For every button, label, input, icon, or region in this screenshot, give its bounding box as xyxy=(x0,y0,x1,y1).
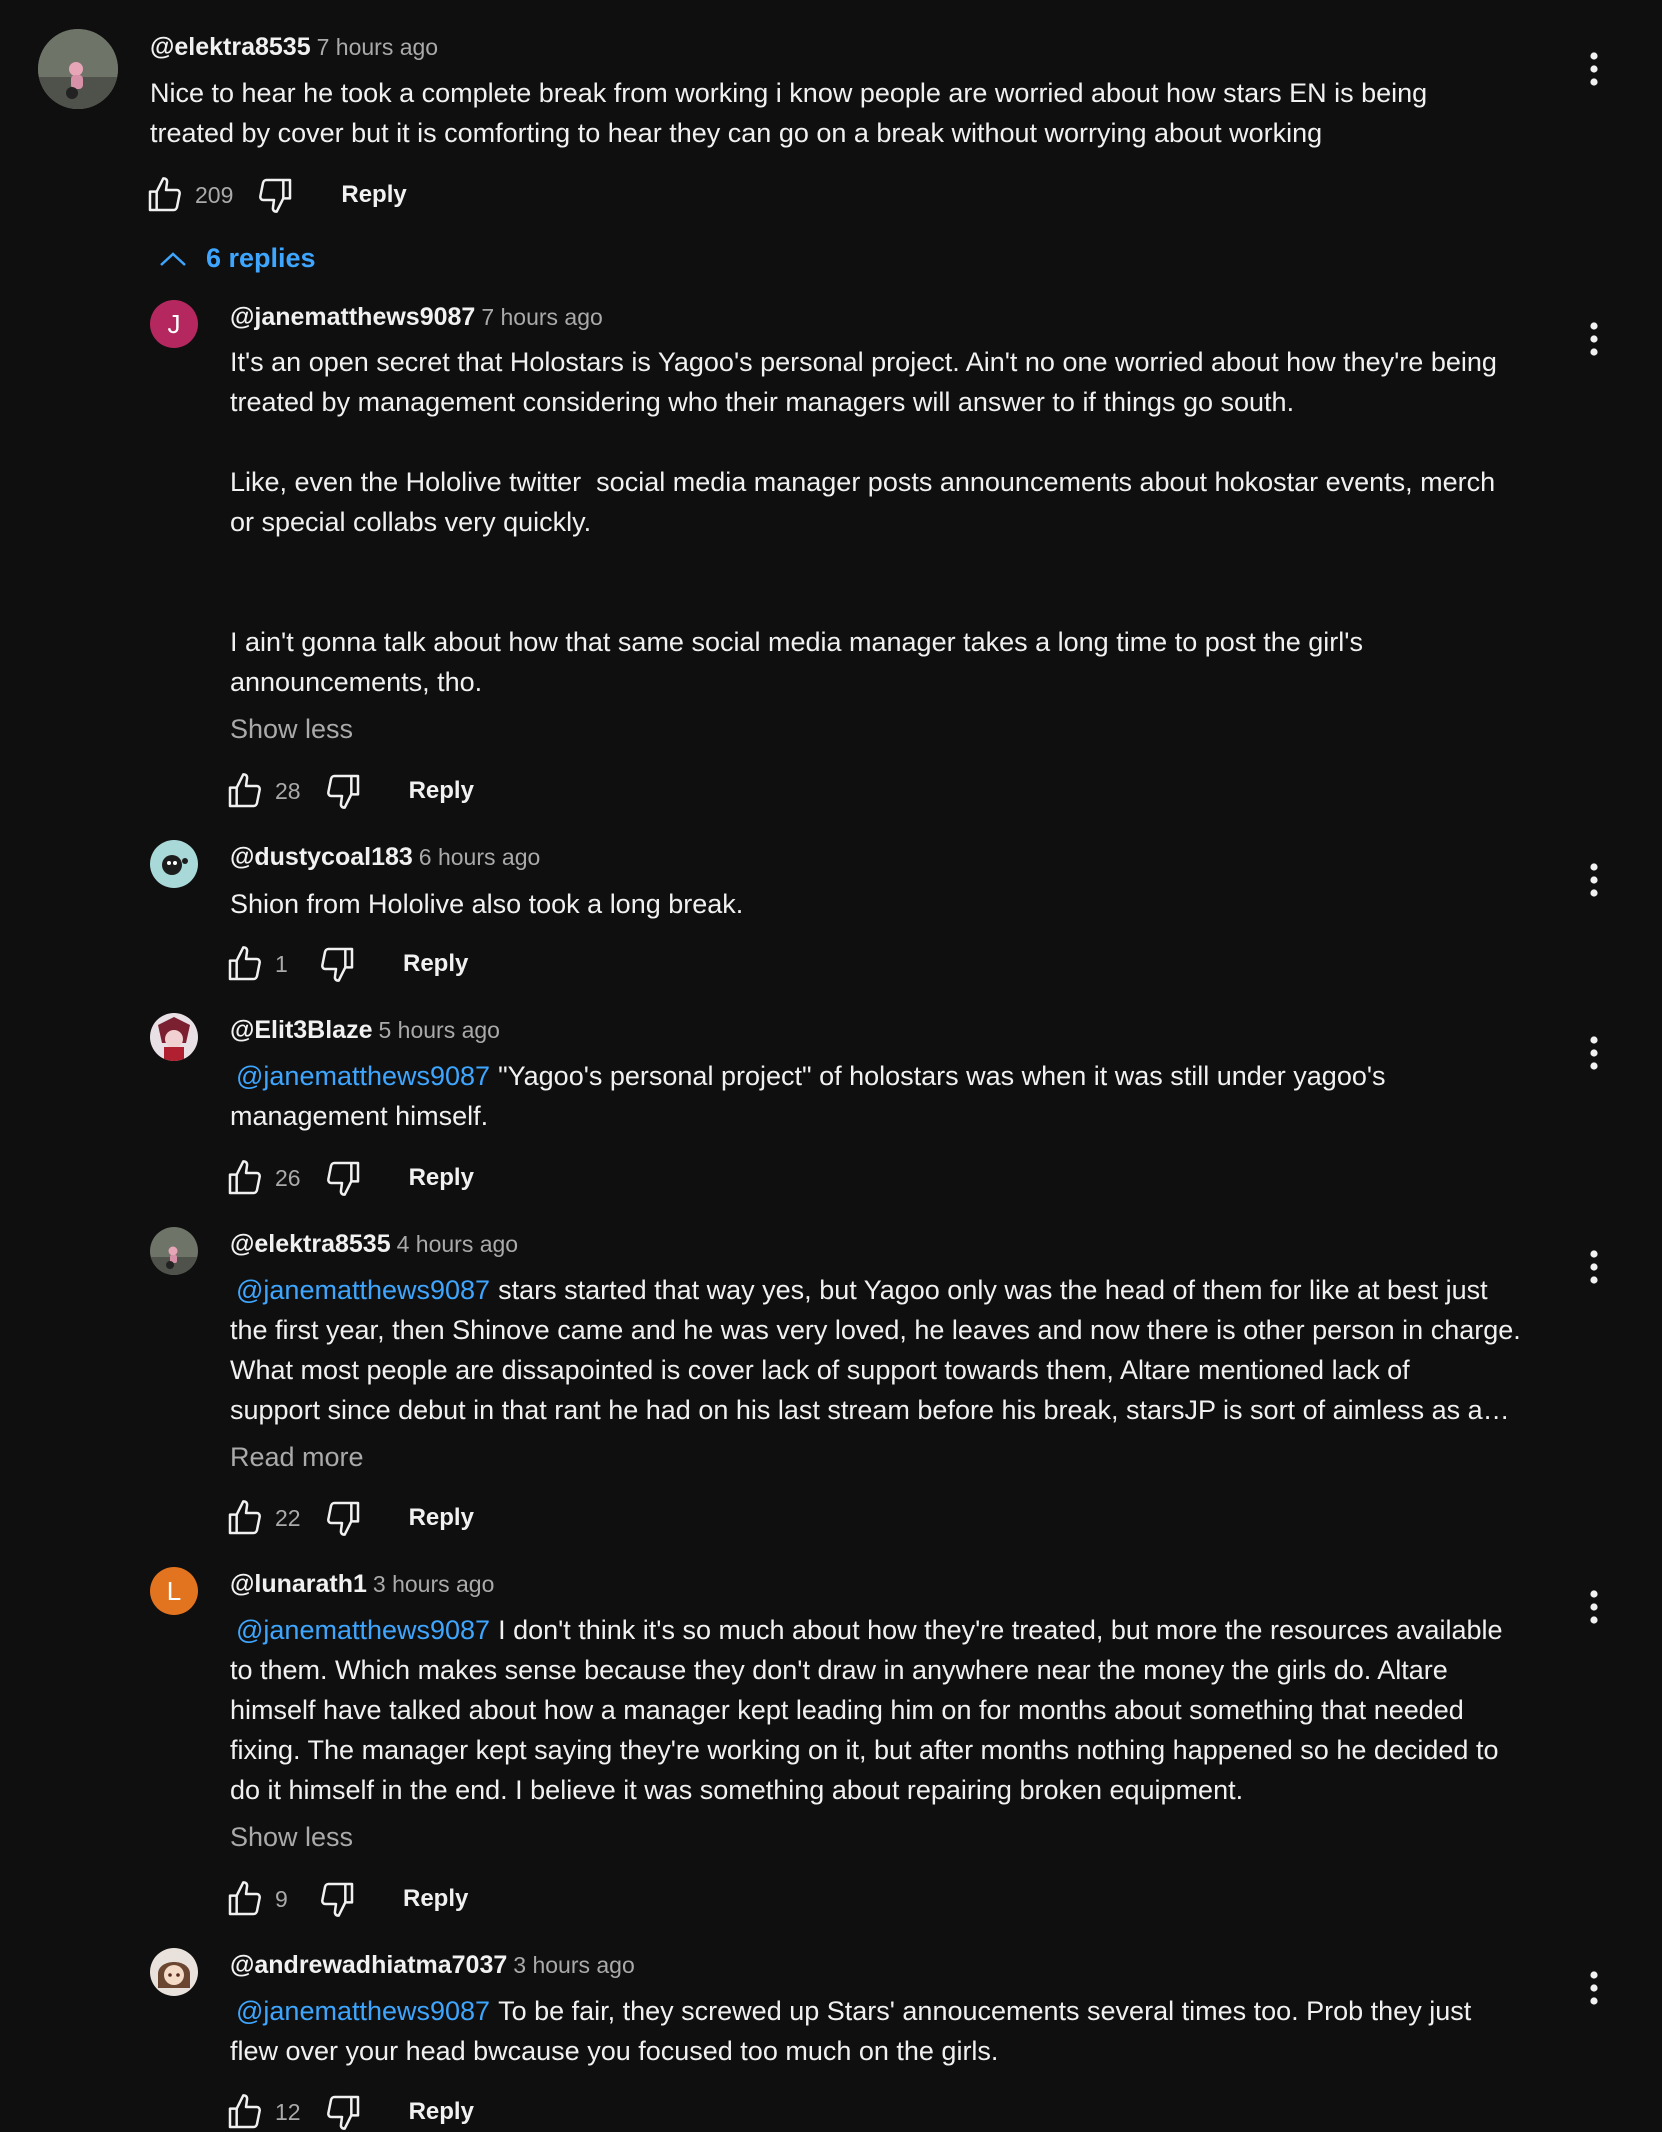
comment-time[interactable]: 6 hours ago xyxy=(419,844,540,870)
comment-time[interactable]: 5 hours ago xyxy=(378,1017,499,1043)
comment-time[interactable]: 7 hours ago xyxy=(481,304,602,330)
show-less-button[interactable]: Show less xyxy=(230,1822,353,1853)
avatar-photo-icon xyxy=(38,29,118,109)
avatar[interactable]: J xyxy=(150,300,198,348)
comment-actions: 26 Reply xyxy=(225,1158,474,1198)
comment-actions: 1 Reply xyxy=(225,944,468,984)
comment-text: @janematthews9087 stars started that way … xyxy=(230,1270,1521,1430)
comment-time[interactable]: 3 hours ago xyxy=(513,1952,634,1978)
comment-thread: @elektra8535 7 hours ago Nice to hear he … xyxy=(0,0,1662,2132)
read-more-button[interactable]: Read more xyxy=(230,1442,364,1473)
dislike-icon[interactable] xyxy=(323,1158,363,1198)
dislike-icon[interactable] xyxy=(317,944,357,984)
comment-header: @elektra8535 4 hours ago xyxy=(230,1230,518,1259)
author-name[interactable]: @Elit3Blaze xyxy=(230,1016,372,1044)
comment-actions: 209 Reply xyxy=(145,175,407,215)
avatar[interactable] xyxy=(150,1013,198,1061)
reply-button[interactable]: Reply xyxy=(341,181,406,209)
author-name[interactable]: @elektra8535 xyxy=(150,33,311,61)
avatar-photo-icon xyxy=(150,840,198,888)
more-actions-icon[interactable] xyxy=(1580,1587,1608,1627)
more-actions-icon[interactable] xyxy=(1580,49,1608,89)
comment-actions: 9 Reply xyxy=(225,1879,468,1919)
reply-button[interactable]: Reply xyxy=(409,2098,474,2126)
reply-button[interactable]: Reply xyxy=(403,950,468,978)
like-count: 26 xyxy=(275,1164,301,1191)
avatar[interactable] xyxy=(150,840,198,888)
avatar-initial: J xyxy=(167,308,181,339)
like-icon[interactable] xyxy=(225,1158,265,1198)
mention-link[interactable]: @janematthews9087 xyxy=(236,1061,490,1091)
avatar[interactable] xyxy=(150,1948,198,1996)
chevron-up-icon xyxy=(160,251,186,266)
avatar[interactable] xyxy=(38,29,118,109)
like-count: 1 xyxy=(275,950,288,977)
mention-link[interactable]: @janematthews9087 xyxy=(236,1615,490,1645)
comment-text: Nice to hear he took a complete break fr… xyxy=(150,78,1428,148)
replies-count-label: 6 replies xyxy=(206,243,316,273)
reply-button[interactable]: Reply xyxy=(409,1504,474,1532)
avatar-photo-icon xyxy=(150,1013,198,1061)
comment-actions: 12 Reply xyxy=(225,2092,474,2132)
mention-link[interactable]: @janematthews9087 xyxy=(236,1996,490,2026)
like-icon[interactable] xyxy=(225,1879,265,1919)
author-name[interactable]: @dustycoal183 xyxy=(230,843,413,871)
like-count: 209 xyxy=(195,181,234,208)
dislike-icon[interactable] xyxy=(323,1498,363,1538)
dislike-icon[interactable] xyxy=(323,771,363,811)
comment-header: @Elit3Blaze 5 hours ago xyxy=(230,1016,500,1045)
author-name[interactable]: @lunarath1 xyxy=(230,1570,367,1598)
like-icon[interactable] xyxy=(225,1498,265,1538)
like-count: 12 xyxy=(275,2098,301,2125)
comment-actions: 28 Reply xyxy=(225,771,474,811)
like-count: 22 xyxy=(275,1504,301,1531)
avatar[interactable] xyxy=(150,1227,198,1275)
avatar[interactable]: L xyxy=(150,1567,198,1615)
comment-time[interactable]: 3 hours ago xyxy=(373,1571,494,1597)
reply-button[interactable]: Reply xyxy=(409,777,474,805)
avatar-initial: L xyxy=(166,1575,182,1606)
comment-header: @andrewadhiatma7037 3 hours ago xyxy=(230,1951,635,1980)
author-name[interactable]: @elektra8535 xyxy=(230,1230,391,1258)
more-actions-icon[interactable] xyxy=(1580,1968,1608,2008)
like-icon[interactable] xyxy=(145,175,185,215)
comment-text: It's an open secret that Holostars is Ya… xyxy=(230,347,1497,697)
author-name[interactable]: @andrewadhiatma7037 xyxy=(230,1951,507,1979)
comment-header: @dustycoal183 6 hours ago xyxy=(230,843,540,872)
avatar-photo-icon xyxy=(150,1227,198,1275)
comment-time[interactable]: 7 hours ago xyxy=(317,34,438,60)
dislike-icon[interactable] xyxy=(323,2092,363,2132)
like-icon[interactable] xyxy=(225,2092,265,2132)
more-actions-icon[interactable] xyxy=(1580,1247,1608,1287)
dislike-icon[interactable] xyxy=(317,1879,357,1919)
comment-time[interactable]: 4 hours ago xyxy=(397,1231,518,1257)
mention-link[interactable]: @janematthews9087 xyxy=(236,1275,490,1305)
more-actions-icon[interactable] xyxy=(1580,860,1608,900)
comment-text: Shion from Hololive also took a long bre… xyxy=(230,889,744,919)
dislike-icon[interactable] xyxy=(255,175,295,215)
comment-text: @janematthews9087 To be fair, they screwe… xyxy=(230,1991,1471,2071)
like-count: 9 xyxy=(275,1885,288,1912)
comment-text: @janematthews9087 "Yagoo's personal proje… xyxy=(230,1056,1386,1136)
comment-text: @janematthews9087 I don't think it's so m… xyxy=(230,1610,1503,1810)
reply-button[interactable]: Reply xyxy=(403,1885,468,1913)
replies-toggle-button[interactable]: 6 replies xyxy=(158,243,316,274)
show-less-button[interactable]: Show less xyxy=(230,714,353,745)
author-name[interactable]: @janematthews9087 xyxy=(230,303,475,331)
comment-actions: 22 Reply xyxy=(225,1498,474,1538)
like-icon[interactable] xyxy=(225,771,265,811)
avatar-photo-icon xyxy=(150,1948,198,1996)
comment-header: @janematthews9087 7 hours ago xyxy=(230,303,603,332)
more-actions-icon[interactable] xyxy=(1580,1033,1608,1073)
comment-header: @elektra8535 7 hours ago xyxy=(150,33,438,62)
comment-header: @lunarath1 3 hours ago xyxy=(230,1570,494,1599)
like-count: 28 xyxy=(275,777,301,804)
like-icon[interactable] xyxy=(225,944,265,984)
more-actions-icon[interactable] xyxy=(1580,319,1608,359)
reply-button[interactable]: Reply xyxy=(409,1164,474,1192)
